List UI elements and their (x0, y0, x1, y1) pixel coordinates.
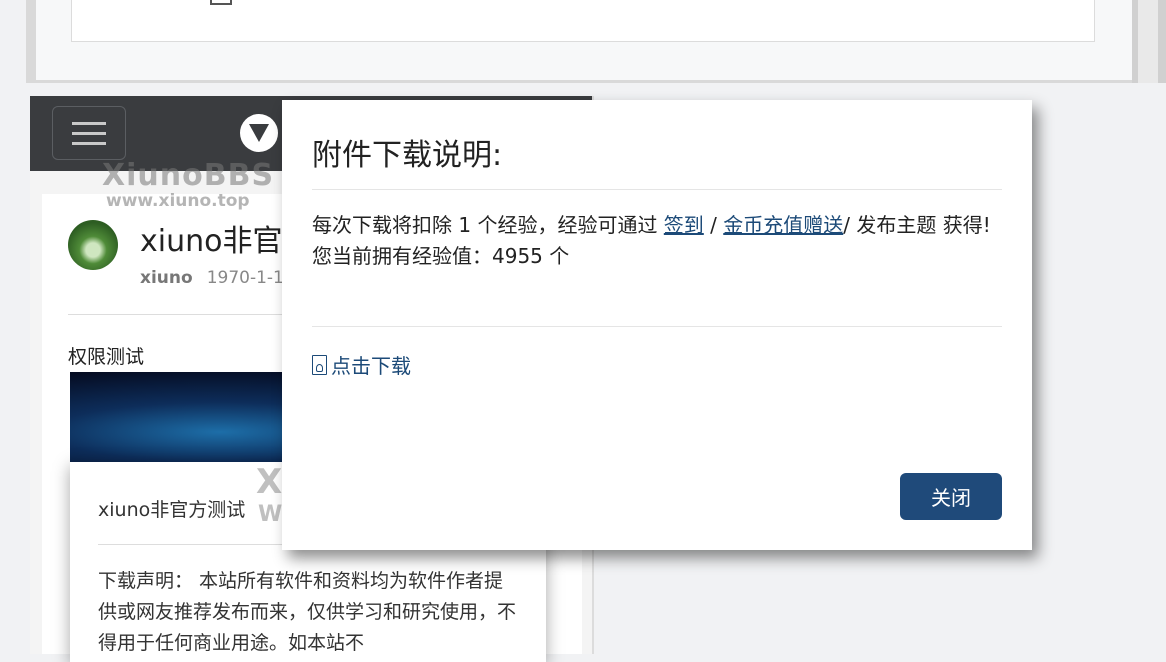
hamburger-line (72, 122, 106, 125)
experience-balance: 您当前拥有经验值：4955 个 (312, 244, 570, 268)
hamburger-line (72, 132, 106, 135)
watermark-fragment: W (258, 502, 283, 527)
scrollbar-thumb[interactable] (1138, 0, 1158, 83)
cost-text-suffix: / 发布主题 获得! (843, 213, 991, 237)
modal-title: 附件下载说明: (312, 138, 503, 173)
download-link[interactable]: 点击下载 (312, 350, 411, 379)
watermark-fragment: X (256, 462, 283, 502)
watermark-title: XiunoBBS (102, 158, 275, 193)
recharge-link[interactable]: 金币充值赠送 (723, 213, 843, 237)
post-author[interactable]: xiuno (140, 268, 193, 288)
notice-card-title: xiuno非官方测试 (98, 499, 246, 521)
watermark-url: www.xiuno.top (106, 191, 250, 211)
section-label: 权限测试 (68, 346, 145, 368)
download-link-label: 点击下载 (331, 354, 411, 378)
modal-body-divider (312, 326, 1002, 327)
post-title[interactable]: xiuno非官方 (140, 216, 290, 260)
notice-card-body: 下载声明： 本站所有软件和资料均为软件作者提供或网友推荐发布而来，仅供学习和研究… (98, 570, 517, 654)
checkin-link[interactable]: 签到 (664, 213, 704, 237)
file-zip-icon (312, 354, 327, 375)
modal-header-divider (312, 189, 1002, 190)
top-scrollbar[interactable] (1132, 0, 1166, 83)
cost-text-separator: / (703, 213, 724, 237)
modal-body: 每次下载将扣除 1 个经验，经验可通过 签到 / 金币充值赠送/ 发布主题 获得… (312, 210, 1002, 272)
close-button[interactable]: 关闭 (900, 473, 1002, 520)
avatar[interactable] (68, 220, 118, 270)
post-meta: xiuno 1970-1-1 (140, 268, 284, 288)
file-icon (210, 0, 232, 5)
site-logo-icon[interactable] (240, 114, 278, 152)
top-attachment-card (71, 0, 1095, 42)
download-info-modal: 附件下载说明: 每次下载将扣除 1 个经验，经验可通过 签到 / 金币充值赠送/… (282, 100, 1032, 550)
hamburger-line (72, 142, 106, 145)
cost-text-prefix: 每次下载将扣除 1 个经验，经验可通过 (312, 213, 664, 237)
post-date: 1970-1-1 (206, 268, 284, 288)
menu-toggle-button[interactable] (52, 106, 126, 160)
download-cost-text: 每次下载将扣除 1 个经验，经验可通过 签到 / 金币充值赠送/ 发布主题 获得… (312, 210, 1002, 241)
